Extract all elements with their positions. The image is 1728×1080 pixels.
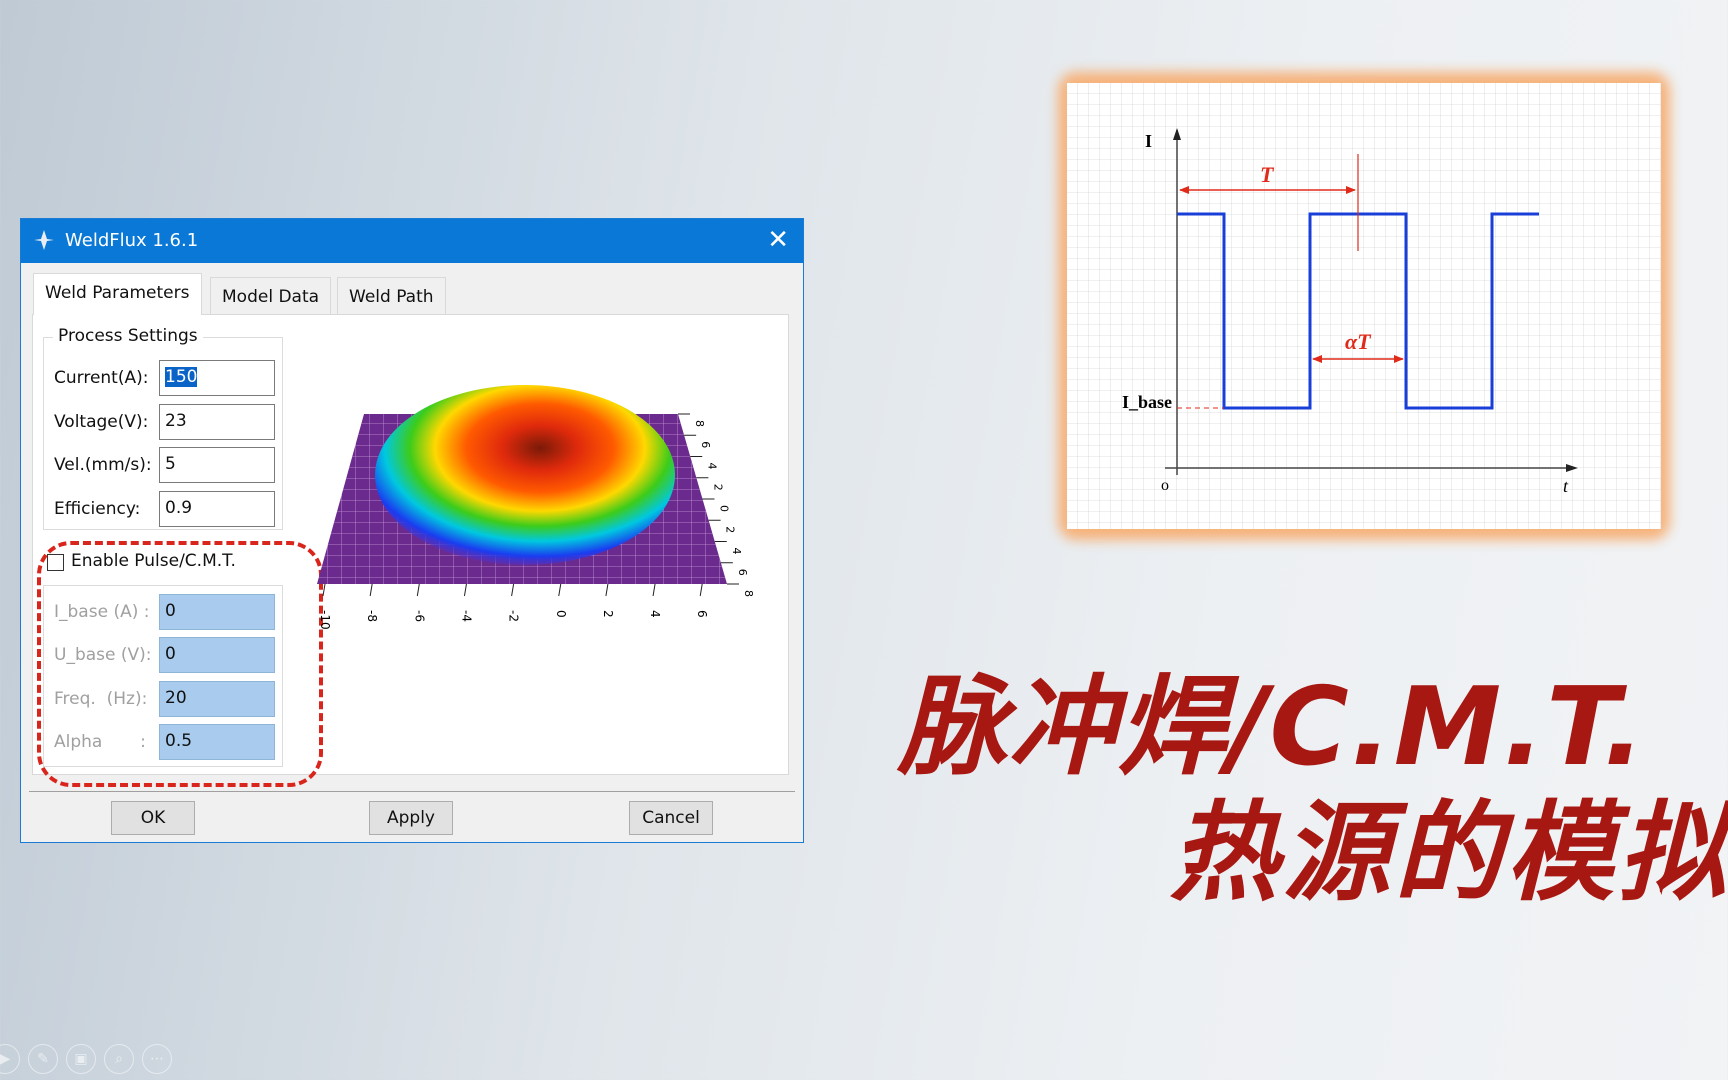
x-tick <box>652 583 656 597</box>
duty-label: αT <box>1345 329 1372 354</box>
window-title: WeldFlux 1.6.1 <box>65 230 199 251</box>
more-icon[interactable]: ⋯ <box>142 1044 172 1074</box>
y-tick-label: 2 <box>711 484 724 491</box>
window-icon[interactable]: ▣ <box>66 1044 96 1074</box>
voltage-input[interactable]: 23 <box>159 404 275 440</box>
efficiency-input[interactable]: 0.9 <box>159 491 275 527</box>
process-settings-label: Process Settings <box>53 326 203 346</box>
x-tick <box>558 583 562 597</box>
x-tick-label: 6 <box>695 610 709 618</box>
zoom-icon[interactable]: ⌕ <box>104 1044 134 1074</box>
y-tick-label: 4 <box>705 463 718 470</box>
tab-weld-path[interactable]: Weld Path <box>337 277 446 315</box>
x-tick-label: -6 <box>412 610 426 622</box>
origin-label: o <box>1161 477 1169 494</box>
current-label: Current(A): <box>54 368 149 388</box>
headline-line-2: 热源的模拟 <box>1170 791 1728 916</box>
x-tick <box>463 583 467 597</box>
tab-weld-parameters[interactable]: Weld Parameters <box>33 273 202 315</box>
x-tick-label: -2 <box>507 610 521 622</box>
x-tick <box>511 583 515 597</box>
y-tick-label: 8 <box>693 420 706 427</box>
y-tick-label: 4 <box>730 548 743 555</box>
velocity-label: Vel.(mm/s): <box>54 455 152 475</box>
heat-peak <box>375 385 675 565</box>
x-tick-label: 2 <box>601 610 615 618</box>
x-tick-label: -4 <box>459 610 473 622</box>
tab-model-data[interactable]: Model Data <box>210 277 332 315</box>
x-tick <box>699 583 703 597</box>
apply-button[interactable]: Apply <box>369 801 453 835</box>
x-tick-label: -8 <box>365 610 379 622</box>
y-tick-label: 6 <box>736 569 749 576</box>
app-icon <box>34 230 54 250</box>
ok-button[interactable]: OK <box>111 801 195 835</box>
x-tick <box>369 583 373 597</box>
heat-source-3d-plot: -10 -8 -6 -4 -2 0 2 4 6 8 6 4 2 0 2 4 6 8 <box>317 385 755 630</box>
close-icon[interactable]: ✕ <box>767 225 789 255</box>
period-label: T <box>1260 162 1275 187</box>
x-tick <box>416 583 420 597</box>
title-bar[interactable]: WeldFlux 1.6.1 ✕ <box>21 219 803 263</box>
voltage-label: Voltage(V): <box>54 412 149 432</box>
play-icon[interactable]: ▶ <box>0 1044 20 1074</box>
efficiency-label: Efficiency: <box>54 499 141 519</box>
highlight-dashed-box <box>37 541 323 787</box>
y-tick-label: 2 <box>724 526 737 533</box>
current-input[interactable]: 150 <box>159 360 275 396</box>
separator <box>29 791 795 792</box>
base-label: I_base <box>1122 392 1172 412</box>
cancel-button[interactable]: Cancel <box>629 801 713 835</box>
pulse-waveform-diagram: I T αT I_base o t <box>1067 83 1661 529</box>
x-tick-label: 0 <box>554 610 568 618</box>
x-tick-label: -10 <box>318 610 332 630</box>
y-tick-label: 8 <box>742 590 755 597</box>
pen-icon[interactable]: ✎ <box>28 1044 58 1074</box>
y-tick-label: 0 <box>718 505 731 512</box>
velocity-input[interactable]: 5 <box>159 447 275 483</box>
x-tick <box>605 583 609 597</box>
x-tick <box>322 583 326 597</box>
x-tick-label: 4 <box>648 610 662 618</box>
y-tick-label: 6 <box>699 441 712 448</box>
y-axis-label: I <box>1145 131 1152 151</box>
